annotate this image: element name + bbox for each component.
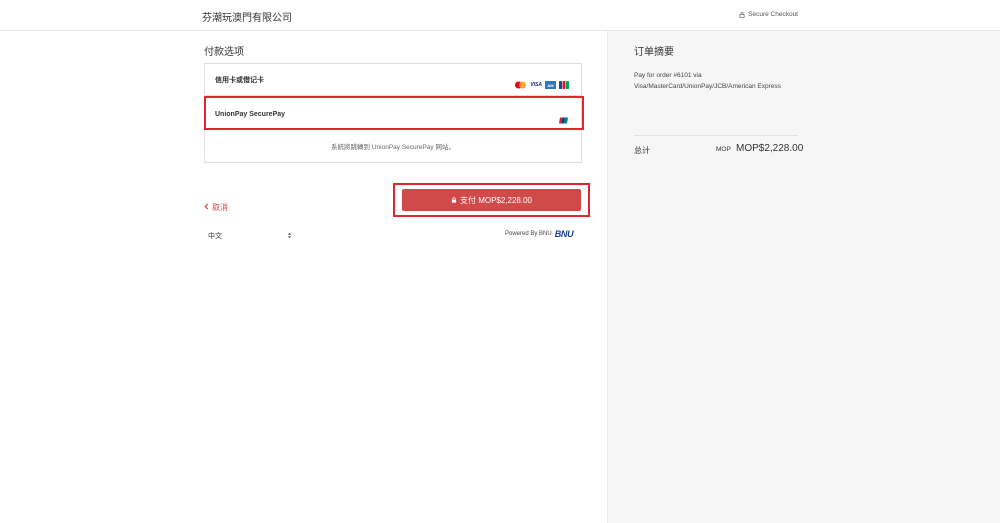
amex-icon: AM bbox=[545, 81, 556, 89]
total-amount: MOP$2,228.00 bbox=[736, 143, 804, 154]
merchant-name: 芬潮玩澳門有限公司 bbox=[202, 13, 292, 24]
unionpay-payment-option[interactable]: UnionPay SecurePay bbox=[205, 98, 581, 130]
order-description: Pay for order #6101 via Visa/MasterCard/… bbox=[634, 72, 781, 90]
card-payment-option[interactable]: 信用卡或借记卡 VISA AM bbox=[205, 64, 581, 96]
pay-button[interactable]: 支付 MOP$2,228.00 bbox=[402, 189, 581, 211]
language-select[interactable]: 中文 bbox=[204, 230, 292, 242]
jcb-icon bbox=[559, 76, 569, 94]
secure-checkout-label: Secure Checkout bbox=[748, 11, 798, 18]
chevron-left-icon bbox=[204, 203, 209, 212]
payment-options-title: 付款选项 bbox=[204, 47, 244, 58]
total-label: 总计 bbox=[634, 146, 650, 155]
summary-divider bbox=[634, 135, 798, 136]
unionpay-option-label: UnionPay SecurePay bbox=[215, 111, 286, 118]
language-value: 中文 bbox=[208, 233, 222, 240]
cancel-label: 取消 bbox=[212, 203, 228, 212]
secure-checkout: Secure Checkout bbox=[739, 11, 798, 18]
card-option-label: 信用卡或借记卡 bbox=[215, 77, 264, 84]
total-currency: MOP bbox=[716, 146, 731, 153]
lock-icon bbox=[451, 196, 457, 205]
lock-icon bbox=[739, 11, 745, 18]
payment-options-panel: 信用卡或借记卡 VISA AM UnionPay SecurePay 系統將跳轉… bbox=[204, 63, 582, 163]
visa-icon: VISA bbox=[530, 82, 542, 88]
select-arrows-icon bbox=[287, 232, 292, 241]
order-summary-sidebar: 订单摘要 Pay for order #6101 via Visa/Master… bbox=[607, 31, 1000, 523]
cancel-link[interactable]: 取消 bbox=[204, 202, 228, 213]
powered-by: Powered By BNU BNU bbox=[505, 229, 574, 239]
pay-button-label: 支付 MOP$2,228.00 bbox=[459, 195, 533, 205]
card-brand-icons: VISA AM bbox=[514, 76, 569, 94]
mastercard-icon bbox=[514, 76, 527, 94]
top-header: 芬潮玩澳門有限公司 Secure Checkout bbox=[0, 0, 1000, 31]
order-summary-title: 订单摘要 bbox=[634, 47, 674, 58]
redirect-note: 系統將跳轉到 UnionPay SecurePay 网站。 bbox=[331, 144, 455, 151]
powered-by-text: Powered By BNU bbox=[505, 231, 552, 237]
unionpay-icon bbox=[559, 111, 569, 129]
bnu-logo: BNU bbox=[554, 229, 574, 239]
